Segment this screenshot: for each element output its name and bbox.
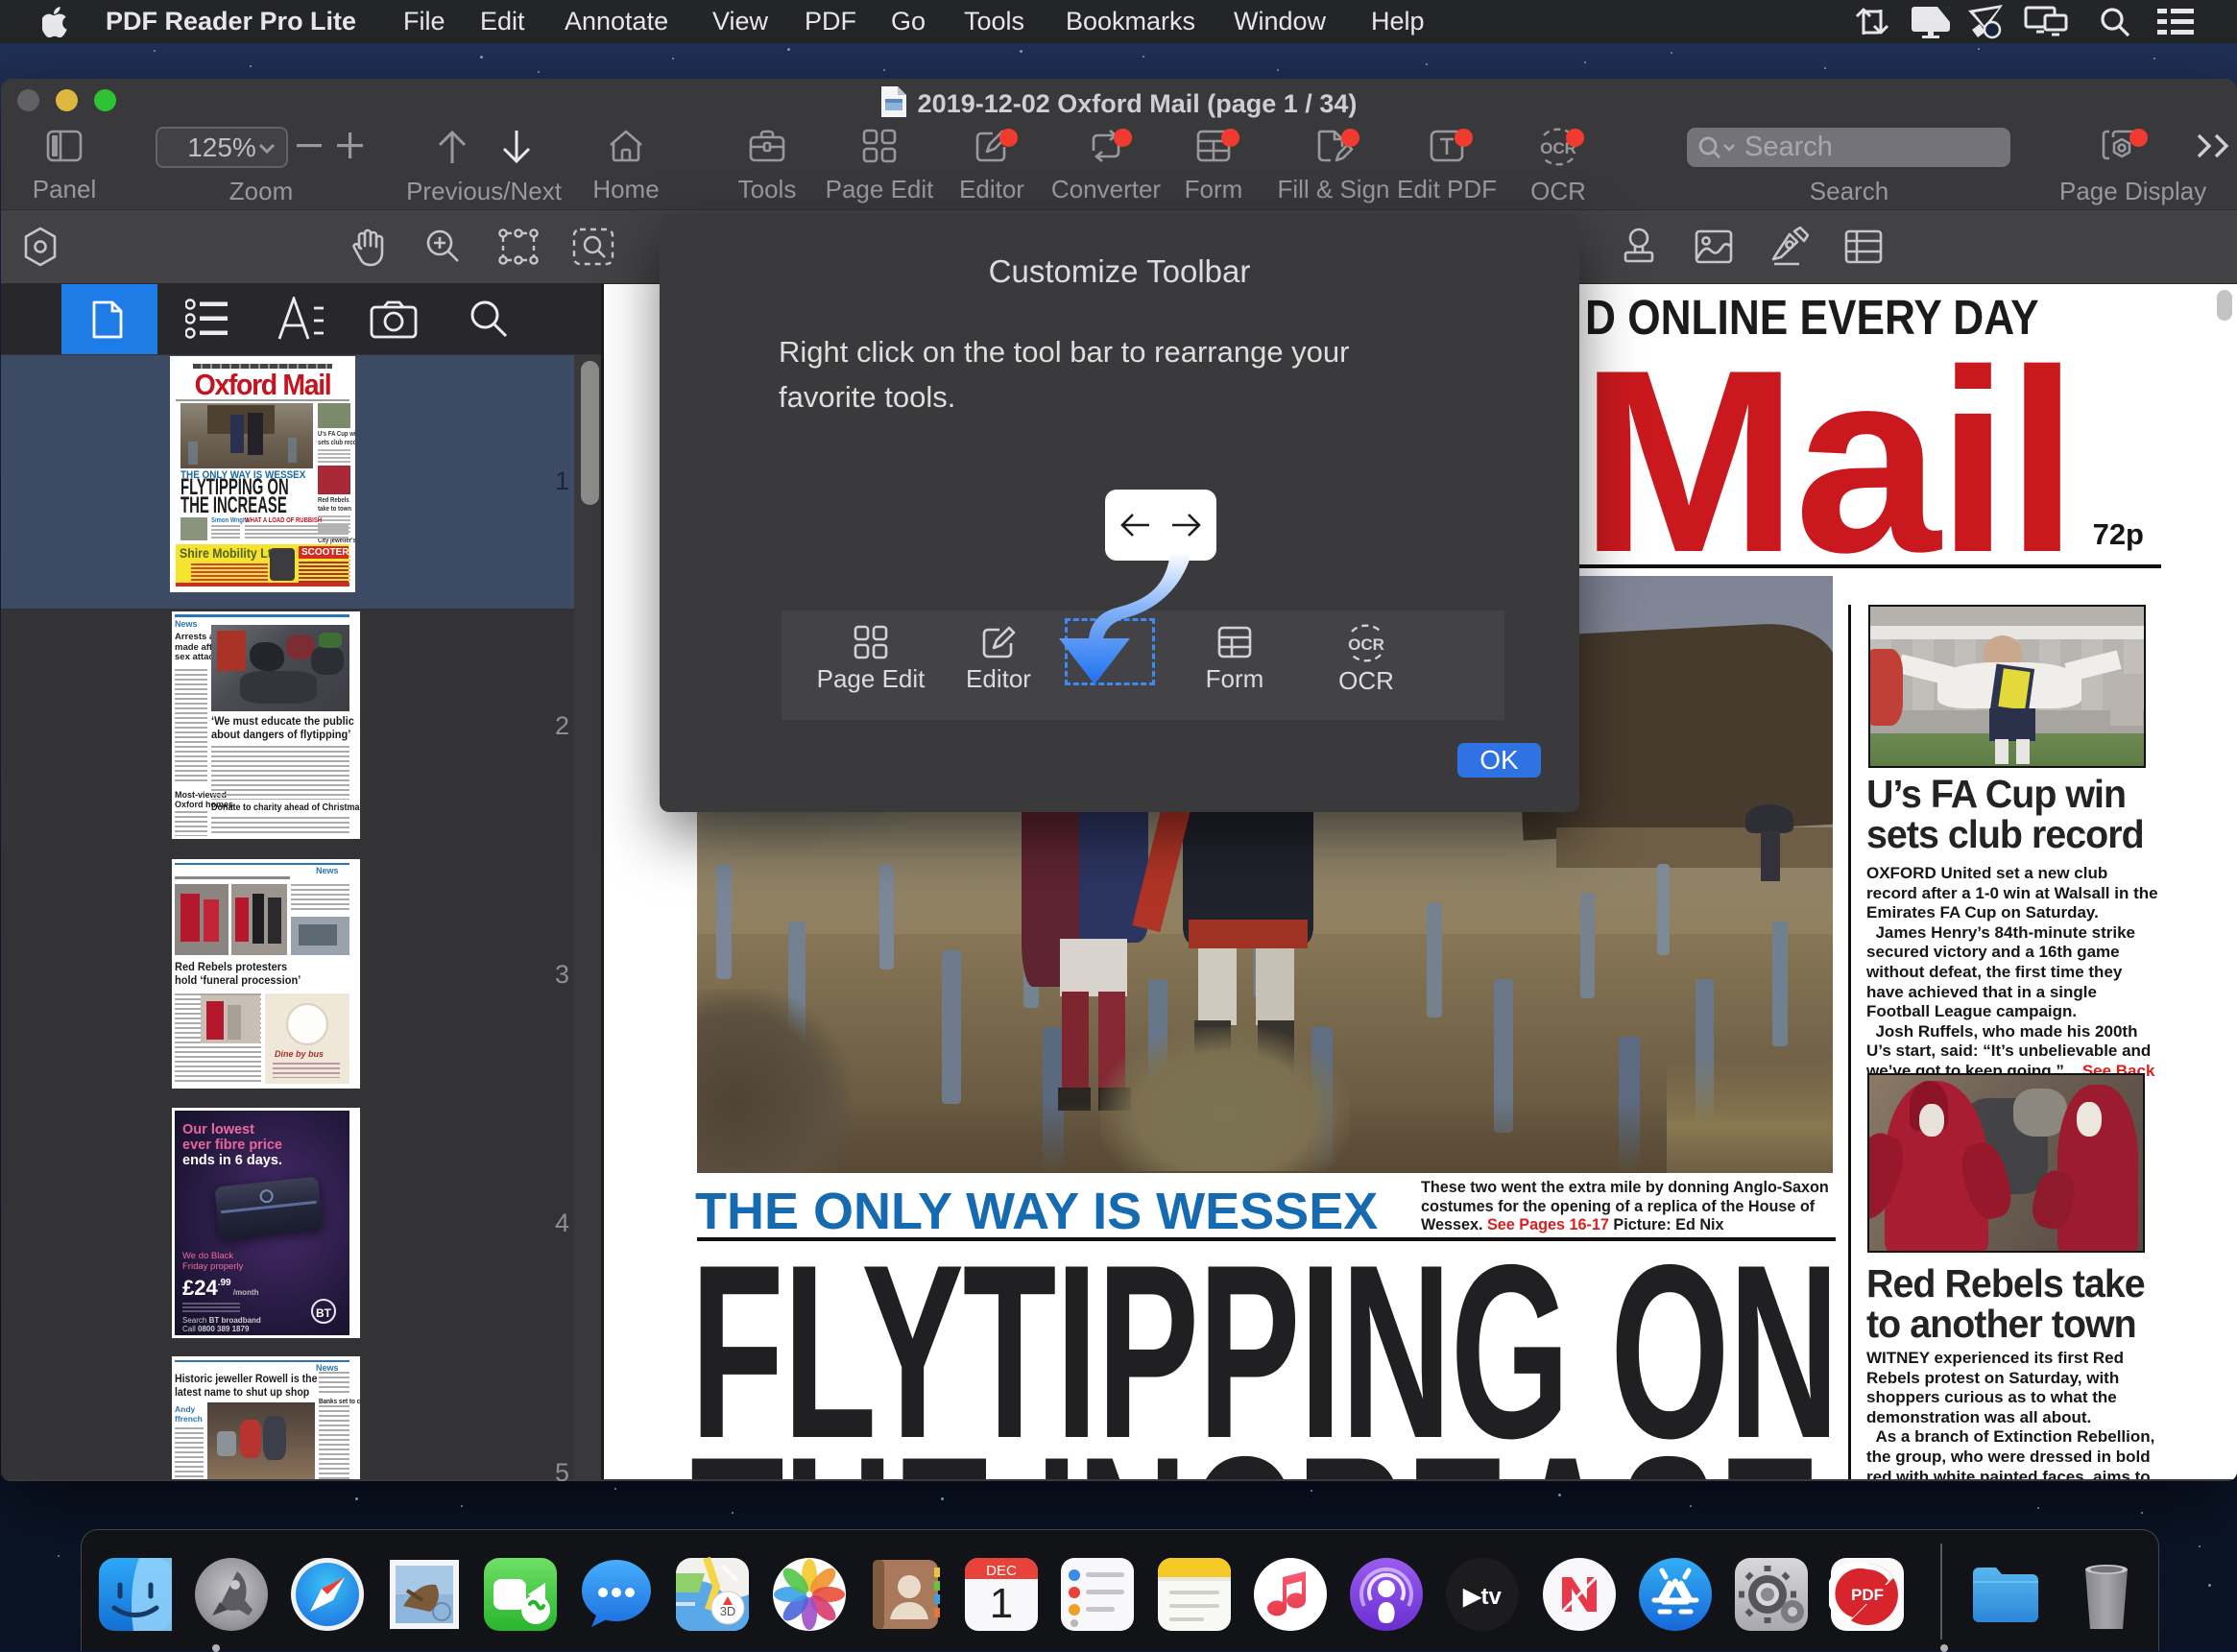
svg-text:OCR: OCR <box>1348 635 1384 654</box>
svg-text:3D: 3D <box>720 1604 736 1618</box>
svg-text:PDF: PDF <box>1851 1586 1884 1604</box>
svg-text:1: 1 <box>990 1580 1013 1627</box>
svg-text:▶tv: ▶tv <box>1462 1584 1502 1610</box>
svg-text:DEC: DEC <box>986 1563 1017 1579</box>
